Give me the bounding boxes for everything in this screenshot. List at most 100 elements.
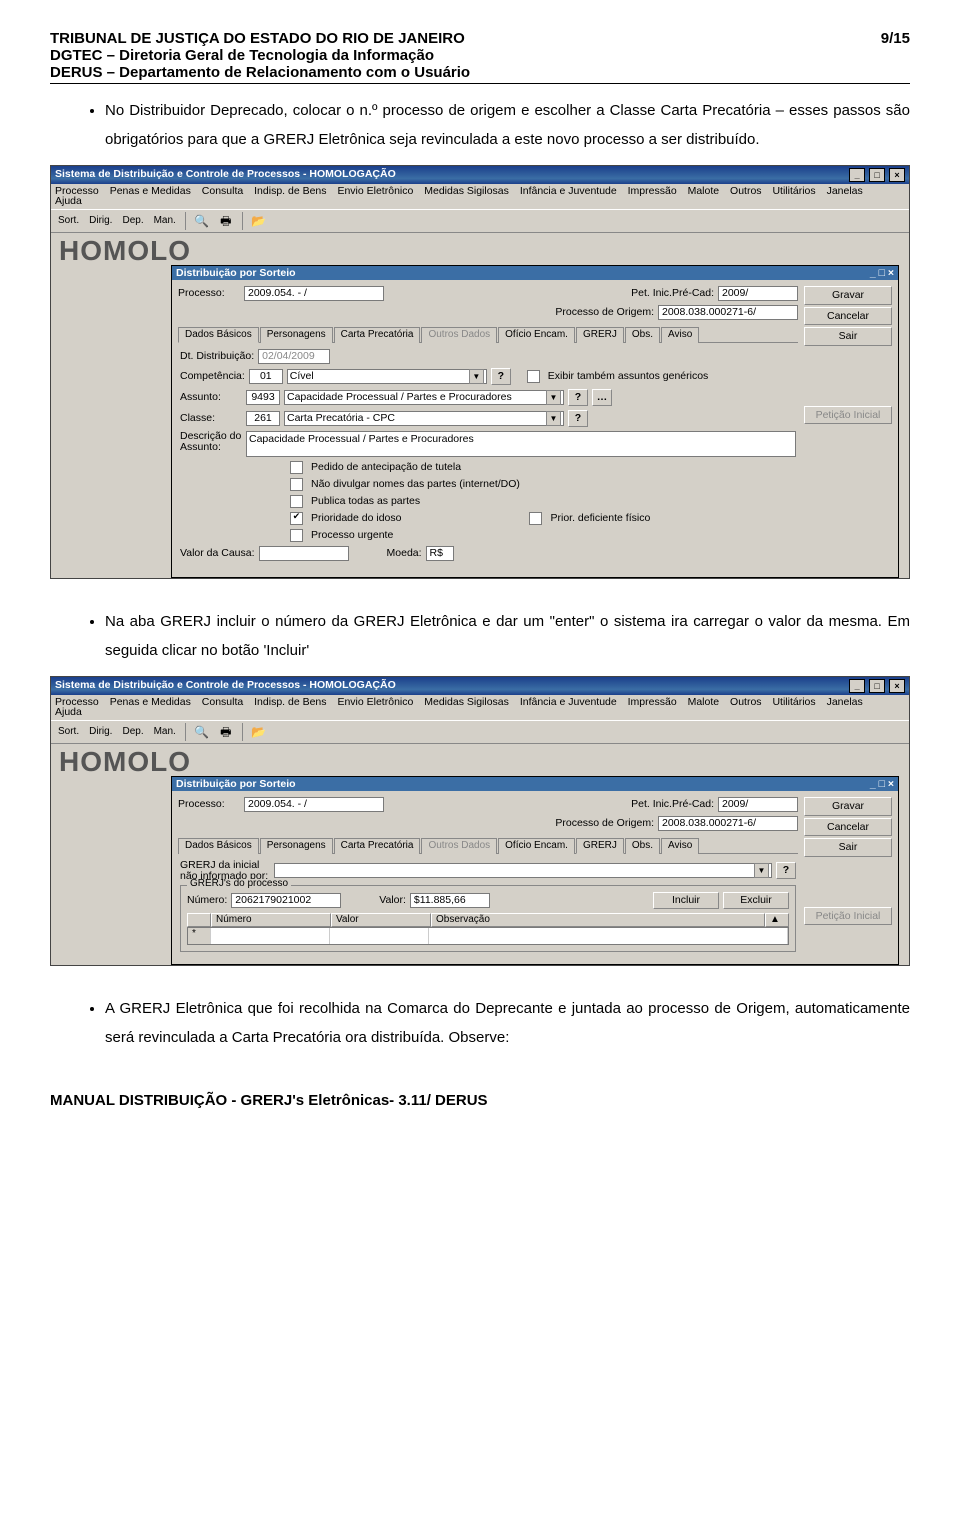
sair-button-2[interactable]: Sair <box>804 838 892 857</box>
input-moeda[interactable]: R$ <box>426 546 454 561</box>
menu-consulta[interactable]: Consulta <box>202 185 243 197</box>
close-icon[interactable]: × <box>889 168 905 182</box>
chevron-down-icon[interactable]: ▼ <box>469 369 484 384</box>
tab-carta-precatoria[interactable]: Carta Precatória <box>334 327 421 343</box>
menu-utilitarios[interactable]: Utilitários <box>772 696 815 708</box>
sub-maximize-icon[interactable]: □ <box>879 778 885 790</box>
chk-genericos[interactable] <box>527 370 540 383</box>
search-icon[interactable]: 🔍 <box>192 212 212 230</box>
chk-def[interactable] <box>529 512 542 525</box>
maximize-icon[interactable]: □ <box>869 679 885 693</box>
chevron-down-icon[interactable]: ▼ <box>546 390 561 405</box>
input-processo[interactable]: 2009.054. - / <box>244 286 384 301</box>
subwindow-controls-2[interactable]: _ □ × <box>870 779 894 790</box>
chk-publica-todas[interactable] <box>290 495 303 508</box>
tab-carta-precatoria-2[interactable]: Carta Precatória <box>334 838 421 854</box>
menu-consulta[interactable]: Consulta <box>202 696 243 708</box>
input-processo-2[interactable]: 2009.054. - / <box>244 797 384 812</box>
menu-medidas[interactable]: Medidas Sigilosas <box>424 696 509 708</box>
menu-janelas[interactable]: Janelas <box>827 185 863 197</box>
menu-penas[interactable]: Penas e Medidas <box>110 696 191 708</box>
chevron-down-icon[interactable]: ▼ <box>546 411 561 426</box>
menu-utilitarios[interactable]: Utilitários <box>772 185 815 197</box>
menu-ajuda[interactable]: Ajuda <box>55 195 82 207</box>
tb-dirig[interactable]: Dirig. <box>86 726 115 738</box>
print-icon[interactable]: 🖶 <box>216 723 236 741</box>
tab-oficio-encam-2[interactable]: Ofício Encam. <box>498 838 575 854</box>
select-assunto[interactable]: Capacidade Processual / Partes e Procura… <box>284 390 564 405</box>
menu-malote[interactable]: Malote <box>688 185 720 197</box>
menu-impressao[interactable]: Impressão <box>628 696 677 708</box>
tab-personagens[interactable]: Personagens <box>260 327 333 343</box>
chk-nao-divulgar[interactable] <box>290 478 303 491</box>
chk-urgente[interactable] <box>290 529 303 542</box>
input-grerj-numero[interactable]: 2062179021002 <box>231 893 341 908</box>
window-controls[interactable]: _ □ × <box>848 168 905 182</box>
exit-icon[interactable]: 📂 <box>249 212 269 230</box>
menu-outros[interactable]: Outros <box>730 185 762 197</box>
menu-infancia[interactable]: Infância e Juventude <box>520 185 617 197</box>
cancelar-button-2[interactable]: Cancelar <box>804 818 892 837</box>
chk-idoso[interactable] <box>290 512 303 525</box>
chevron-down-icon[interactable]: ▼ <box>754 863 769 878</box>
sub-minimize-icon[interactable]: _ <box>870 267 876 279</box>
input-peticao[interactable]: 2009/ <box>718 286 798 301</box>
incluir-button[interactable]: Incluir <box>653 892 719 909</box>
input-grerj-valor[interactable]: $11.885,66 <box>410 893 490 908</box>
tab-dados-basicos-2[interactable]: Dados Básicos <box>178 838 259 854</box>
input-proc-origem-2[interactable]: 2008.038.000271-6/ <box>658 816 798 831</box>
select-competencia[interactable]: Cível▼ <box>287 369 487 384</box>
tb-man[interactable]: Man. <box>151 726 179 738</box>
peticao-inicial-button-2[interactable]: Petição Inicial <box>804 907 892 926</box>
menu-medidas[interactable]: Medidas Sigilosas <box>424 185 509 197</box>
close-icon[interactable]: × <box>889 679 905 693</box>
tab-oficio-encam[interactable]: Ofício Encam. <box>498 327 575 343</box>
minimize-icon[interactable]: _ <box>849 679 865 693</box>
gravar-button[interactable]: Gravar <box>804 286 892 305</box>
maximize-icon[interactable]: □ <box>869 168 885 182</box>
exit-icon[interactable]: 📂 <box>249 723 269 741</box>
input-valor-causa[interactable] <box>259 546 349 561</box>
search-icon[interactable]: 🔍 <box>192 723 212 741</box>
tb-sort[interactable]: Sort. <box>55 726 82 738</box>
menu-impressao[interactable]: Impressão <box>628 185 677 197</box>
tab-grerj[interactable]: GRERJ <box>576 327 624 343</box>
menu-penas[interactable]: Penas e Medidas <box>110 185 191 197</box>
cancelar-button[interactable]: Cancelar <box>804 307 892 326</box>
menu-ajuda[interactable]: Ajuda <box>55 706 82 718</box>
select-classe[interactable]: Carta Precatória - CPC▼ <box>284 411 564 426</box>
sub-close-icon[interactable]: × <box>888 778 894 790</box>
input-comp-cod[interactable]: 01 <box>249 369 283 384</box>
tab-grerj-2[interactable]: GRERJ <box>576 838 624 854</box>
sub-maximize-icon[interactable]: □ <box>879 267 885 279</box>
subwindow-controls[interactable]: _ □ × <box>870 268 894 279</box>
tab-personagens-2[interactable]: Personagens <box>260 838 333 854</box>
menu-indisp[interactable]: Indisp. de Bens <box>254 185 326 197</box>
menu-malote[interactable]: Malote <box>688 696 720 708</box>
select-grerj-nao-inf[interactable]: ▼ <box>274 863 772 878</box>
tab-outros-dados-2[interactable]: Outros Dados <box>421 838 497 854</box>
menu-envio[interactable]: Envio Eletrônico <box>337 185 413 197</box>
tab-obs-2[interactable]: Obs. <box>625 838 660 854</box>
gravar-button-2[interactable]: Gravar <box>804 797 892 816</box>
input-classe-cod[interactable]: 261 <box>246 411 280 426</box>
menubar-2[interactable]: Processo Penas e Medidas Consulta Indisp… <box>51 695 909 721</box>
tab-aviso-2[interactable]: Aviso <box>661 838 699 854</box>
chk-tutela[interactable] <box>290 461 303 474</box>
input-assunto-cod[interactable]: 9493 <box>246 390 280 405</box>
tb-man[interactable]: Man. <box>151 215 179 227</box>
help-icon-grerj[interactable]: ? <box>776 862 796 879</box>
input-dt-dist[interactable]: 02/04/2009 <box>258 349 330 364</box>
tab-aviso[interactable]: Aviso <box>661 327 699 343</box>
menu-indisp[interactable]: Indisp. de Bens <box>254 696 326 708</box>
tb-dirig[interactable]: Dirig. <box>86 215 115 227</box>
menu-envio[interactable]: Envio Eletrônico <box>337 696 413 708</box>
tb-dep[interactable]: Dep. <box>119 726 146 738</box>
window-controls-2[interactable]: _ □ × <box>848 679 905 693</box>
help-icon-3[interactable]: ? <box>568 410 588 427</box>
input-peticao-2[interactable]: 2009/ <box>718 797 798 812</box>
more-icon[interactable]: … <box>592 389 612 406</box>
sub-minimize-icon[interactable]: _ <box>870 778 876 790</box>
menu-janelas[interactable]: Janelas <box>827 696 863 708</box>
excluir-button[interactable]: Excluir <box>723 892 789 909</box>
